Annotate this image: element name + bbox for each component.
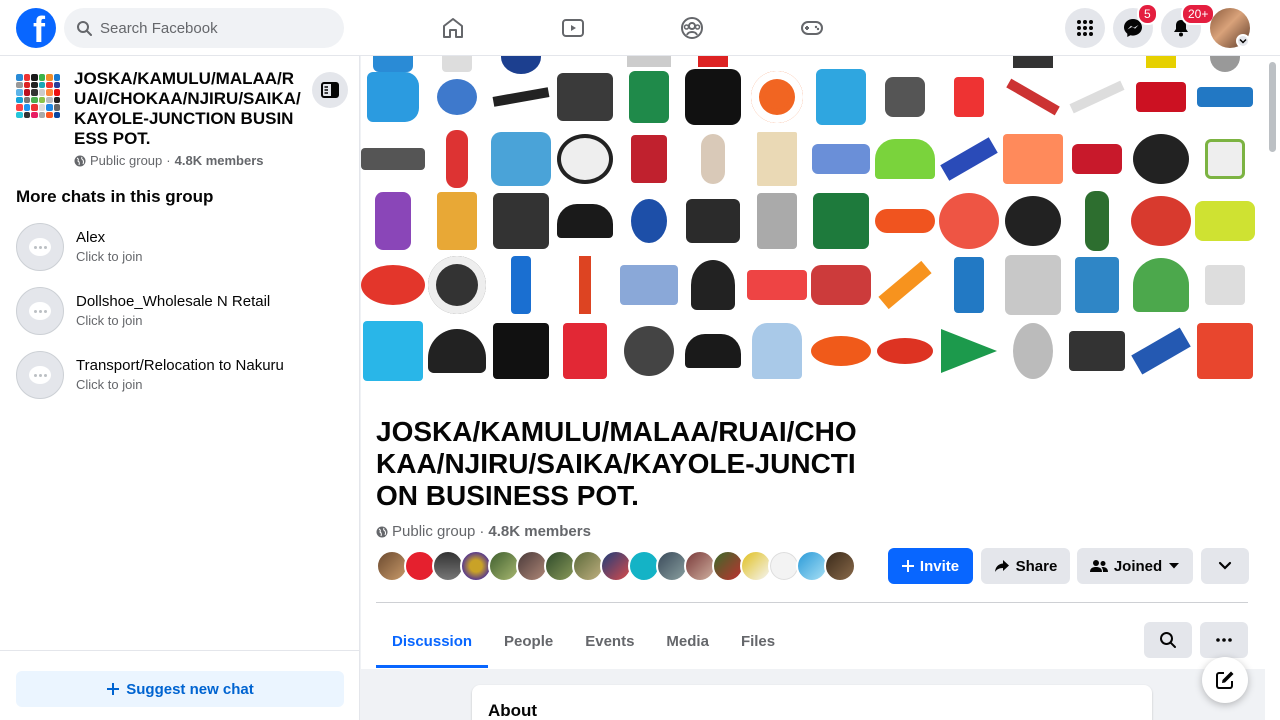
chat-bubble-icon [29,302,51,320]
search-box[interactable] [64,8,344,48]
new-message-button[interactable] [1202,657,1248,703]
collapse-sidebar-button[interactable] [312,72,348,108]
group-privacy: Public group [392,523,476,540]
member-avatar[interactable] [824,550,856,582]
chat-subtitle: Click to join [76,313,143,328]
group-chat-sidebar: JOSKA/KAMULU/MALAA/RUAI/CHOKAA/NJIRU/SAI… [0,56,360,720]
member-avatars[interactable] [376,550,856,582]
about-card: About [472,685,1152,720]
tab-files[interactable]: Files [725,614,791,668]
home-icon [443,18,463,38]
sidebar-toggle-icon [321,82,339,98]
cover-row [361,320,1265,382]
chevron-down-icon [1218,561,1232,570]
cover-row [361,128,1265,190]
cover-row [361,190,1265,252]
share-arrow-icon [994,560,1009,572]
globe-icon [376,526,388,537]
tab-events[interactable]: Events [569,614,650,668]
gaming-icon [801,21,823,35]
nav-gaming[interactable] [756,0,868,56]
messenger-badge: 5 [1137,3,1158,25]
expand-header-button[interactable] [1201,548,1249,584]
people-icon [1089,560,1108,572]
share-label: Share [1015,557,1058,575]
group-members-link[interactable]: 4.8K members [488,523,591,540]
more-dots-icon [1216,638,1232,642]
tab-discussion[interactable]: Discussion [376,614,489,668]
menu-button[interactable] [1065,8,1105,48]
group-thumbnail[interactable] [14,72,62,120]
chat-item[interactable]: Alex Click to join [8,217,352,277]
chat-subtitle: Click to join [76,377,143,392]
chat-item[interactable]: Transport/Relocation to Nakuru Click to … [8,345,352,405]
chat-bubble-icon [29,366,51,384]
group-main: JOSKA/KAMULU/MALAA/RUAI/CHOKAA/NJIRU/SAI… [361,56,1265,720]
invite-label: Invite [919,557,960,575]
more-chats-heading: More chats in this group [16,187,214,206]
chat-item[interactable]: Dollshoe_Wholesale N Retail Click to joi… [8,281,352,341]
search-icon [77,21,92,36]
about-title: About [488,701,538,720]
plus-icon [901,560,914,572]
header-divider [376,602,1248,603]
chat-avatar [16,223,64,271]
plus-icon [107,683,120,695]
sidebar-group-members[interactable]: 4.8K members [175,153,264,168]
suggest-new-chat-button[interactable]: Suggest new chat [16,671,344,707]
tab-people[interactable]: People [488,614,569,668]
chat-name: Transport/Relocation to Nakuru [76,357,284,374]
group-more-button[interactable] [1200,622,1248,658]
nav-video[interactable] [517,0,629,56]
feed-area: About [361,669,1265,720]
chat-avatar [16,287,64,335]
chat-subtitle: Click to join [76,249,143,264]
sidebar-group-meta: Public group · 4.8K members [74,153,264,168]
suggest-new-chat-label: Suggest new chat [126,680,254,698]
chat-bubble-icon [29,238,51,256]
invite-button[interactable]: Invite [888,548,973,584]
share-button[interactable]: Share [981,548,1070,584]
search-icon [1160,632,1176,648]
search-input[interactable] [100,19,320,37]
group-title[interactable]: JOSKA/KAMULU/MALAA/RUAI/CHOKAA/NJIRU/SAI… [376,416,876,512]
group-search-button[interactable] [1144,622,1192,658]
nav-groups[interactable] [636,0,748,56]
top-navigation-bar: f 5 20+ [0,0,1280,56]
sidebar-footer: Suggest new chat [0,650,360,720]
scrollbar-thumb[interactable] [1269,62,1276,152]
chat-name: Alex [76,229,106,246]
chat-name: Dollshoe_Wholesale N Retail [76,293,271,310]
nav-home[interactable] [397,0,509,56]
messenger-button[interactable]: 5 [1113,3,1158,48]
facebook-logo[interactable]: f [16,8,56,48]
cover-photo[interactable] [361,56,1265,391]
tab-media[interactable]: Media [650,614,725,668]
page-scrollbar[interactable] [1265,56,1280,720]
notifications-button[interactable]: 20+ [1161,3,1216,48]
sidebar-group-privacy: Public group [90,153,163,168]
compose-icon [1216,671,1234,689]
video-icon [562,19,584,37]
globe-icon [74,155,86,166]
sidebar-group-name[interactable]: JOSKA/KAMULU/MALAA/RUAI/CHOKAA/NJIRU/SAI… [74,69,302,149]
cover-row [361,254,1265,316]
apps-grid-icon [1077,20,1093,36]
caret-down-icon [1169,563,1180,569]
group-tabs: Discussion People Events Media Files [376,614,791,668]
joined-label: Joined [1113,557,1163,575]
groups-icon [681,17,703,39]
chat-avatar [16,351,64,399]
joined-button[interactable]: Joined [1077,548,1193,584]
group-meta: Public group · 4.8K members [376,523,591,540]
cover-row [361,66,1265,128]
account-chevron-icon[interactable] [1236,34,1250,48]
